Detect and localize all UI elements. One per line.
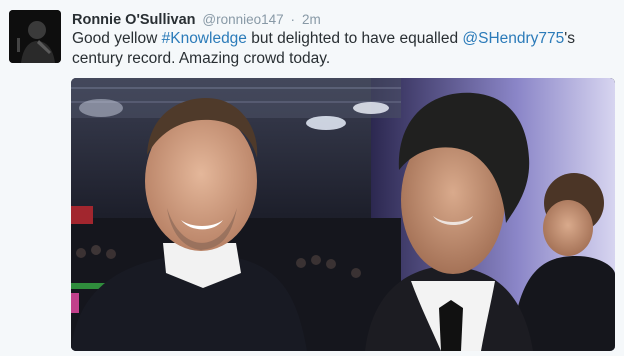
hashtag-link[interactable]: #Knowledge [162,30,247,47]
author-handle[interactable]: @ronnieo147 [202,12,283,27]
tweet-photo[interactable] [71,78,615,351]
mention-link[interactable]: @SHendry775 [462,30,564,47]
tweet-header: Ronnie O'Sullivan @ronnieo147 · 2m [72,9,321,29]
tweet-timestamp[interactable]: 2m [302,12,321,27]
author-avatar[interactable] [9,10,61,63]
author-name[interactable]: Ronnie O'Sullivan [72,12,196,28]
tweet-text: Good yellow #Knowledge but delighted to … [72,29,612,69]
tweet-card: Ronnie O'Sullivan @ronnieo147 · 2m Good … [0,0,624,356]
meta-separator: · [290,12,296,27]
photo-image [71,78,615,351]
avatar-image [9,10,61,63]
tweet-text-part: but delighted to have equalled [246,30,463,47]
tweet-text-part: Good yellow [72,30,162,47]
